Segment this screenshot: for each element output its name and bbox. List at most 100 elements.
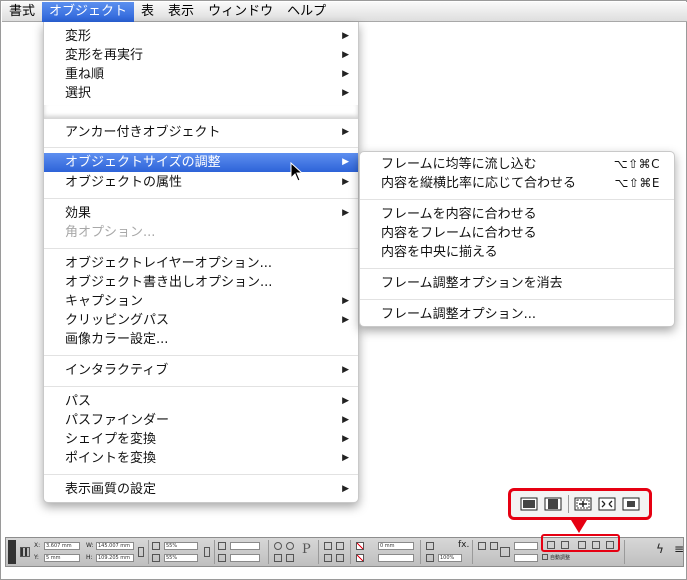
submenu-item-center-content[interactable]: 内容を中央に揃える xyxy=(360,243,674,262)
menu-window[interactable]: ウィンドウ xyxy=(201,2,280,22)
menu-format[interactable]: 書式 xyxy=(2,2,42,22)
x-field[interactable]: 3.607 mm xyxy=(44,542,80,550)
menu-item-anchored-object[interactable]: アンカー付きオブジェクト ▶ xyxy=(44,123,358,142)
panel-grip-handle[interactable] xyxy=(8,540,16,564)
lightning-icon[interactable]: ϟ xyxy=(656,543,664,555)
fitting-buttons-callout xyxy=(508,488,652,520)
submenu-arrow-icon: ▶ xyxy=(342,453,349,463)
menu-item-arrange[interactable]: 重ね順 ▶ xyxy=(44,65,358,84)
menu-item-convert-shape[interactable]: シェイプを変換 ▶ xyxy=(44,430,358,449)
menu-item-transform-again[interactable]: 変形を再実行 ▶ xyxy=(44,46,358,65)
menu-item-clipping-path[interactable]: クリッピングパス ▶ xyxy=(44,311,358,330)
constrain-proportions-icon[interactable] xyxy=(138,547,144,557)
menu-item-transform[interactable]: 変形 ▶ xyxy=(44,27,358,46)
flip-horizontal-icon[interactable] xyxy=(274,554,282,562)
object-menu: 変形 ▶ 変形を再実行 ▶ 重ね順 ▶ 選択 ▶ アンカー付きオブジェクト ▶ オブジェク… xyxy=(43,22,359,503)
menu-item-pathfinder[interactable]: パスファインダー ▶ xyxy=(44,411,358,430)
auto-fit-checkbox[interactable] xyxy=(542,554,548,560)
opacity-field[interactable]: 100% xyxy=(438,554,462,562)
flip-vertical-icon[interactable] xyxy=(286,554,294,562)
menu-item-label: オブジェクトの属性 xyxy=(65,175,183,190)
menu-item-image-color-settings[interactable]: 画像カラー設定... xyxy=(44,330,358,349)
text-wrap-icon[interactable] xyxy=(478,542,486,550)
center-content-button[interactable] xyxy=(622,496,640,512)
fitting-submenu: フレームに均等に流し込む ⌥⇧⌘C 内容を縦横比率に応じて合わせる ⌥⇧⌘E フレー… xyxy=(359,151,675,327)
fit-frame-to-content-button[interactable] xyxy=(574,496,592,512)
menu-item-label: 画像カラー設定... xyxy=(65,332,169,347)
menu-item-effects[interactable]: 効果 ▶ xyxy=(44,204,358,223)
menu-object[interactable]: オブジェクト xyxy=(42,1,135,22)
menu-item-paths[interactable]: パス ▶ xyxy=(44,392,358,411)
rotate-ccw-icon[interactable] xyxy=(286,542,294,550)
menu-item-label: パス xyxy=(65,394,92,409)
rotate-cw-icon[interactable] xyxy=(274,542,282,550)
submenu-item-fit-content-to-frame[interactable]: 内容をフレームに合わせる xyxy=(360,224,674,243)
stroke-type-field[interactable] xyxy=(378,554,414,562)
h-field[interactable]: 109.205 mm xyxy=(96,554,134,562)
menu-item-label: ポイントを変換 xyxy=(65,451,157,466)
toolbar-divider xyxy=(214,540,215,564)
rotation-field[interactable] xyxy=(230,542,260,550)
submenu-item-fill-frame-proportionally[interactable]: フレームに均等に流し込む ⌥⇧⌘C xyxy=(360,155,674,174)
menu-item-fitting[interactable]: オブジェクトサイズの調整 ▶ xyxy=(44,153,358,172)
select-container-icon[interactable] xyxy=(324,542,332,550)
menu-help[interactable]: ヘルプ xyxy=(280,2,333,22)
stroke-style-field[interactable] xyxy=(514,542,538,550)
shear-icon xyxy=(218,554,226,562)
constrain-scale-icon[interactable] xyxy=(204,547,210,557)
submenu-item-clear-frame-fitting[interactable]: フレーム調整オプションを消去 xyxy=(360,274,674,293)
menu-item-object-attributes[interactable]: オブジェクトの属性 ▶ xyxy=(44,173,358,192)
menu-item-corner-options: 角オプション... xyxy=(44,223,358,242)
menu-gap xyxy=(44,105,358,119)
menu-item-interactive[interactable]: インタラクティブ ▶ xyxy=(44,361,358,380)
center-content-icon xyxy=(622,497,640,511)
frame-fitting-icon[interactable] xyxy=(500,547,510,557)
menu-table[interactable]: 表 xyxy=(134,2,161,22)
fill-frame-proportionally-button[interactable] xyxy=(520,496,538,512)
stroke-weight-field[interactable]: 0 mm xyxy=(378,542,414,550)
menu-view[interactable]: 表示 xyxy=(161,2,201,22)
fit-content-proportionally-button[interactable] xyxy=(544,496,562,512)
submenu-arrow-icon: ▶ xyxy=(342,315,349,325)
w-field[interactable]: 145.007 mm xyxy=(96,542,134,550)
submenu-item-fit-content-proportionally[interactable]: 内容を縦横比率に応じて合わせる ⌥⇧⌘E xyxy=(360,174,674,193)
submenu-arrow-icon: ▶ xyxy=(342,208,349,218)
reference-point-icon[interactable] xyxy=(20,547,30,557)
select-previous-icon[interactable] xyxy=(324,554,332,562)
menu-separator xyxy=(44,474,358,475)
corner-field[interactable] xyxy=(514,554,538,562)
drop-shadow-icon[interactable] xyxy=(426,542,434,550)
menu-item-select[interactable]: 選択 ▶ xyxy=(44,84,358,103)
scale-x-field[interactable]: 55% xyxy=(164,542,198,550)
submenu-arrow-icon: ▶ xyxy=(342,415,349,425)
rotation-icon xyxy=(218,542,226,550)
menu-separator xyxy=(360,268,674,269)
menu-item-display-performance[interactable]: 表示画質の設定 ▶ xyxy=(44,480,358,499)
menu-item-convert-point[interactable]: ポイントを変換 ▶ xyxy=(44,449,358,468)
menu-item-object-export-options[interactable]: オブジェクト書き出しオプション... xyxy=(44,273,358,292)
window: 書式 オブジェクト 表 表示 ウィンドウ ヘルプ 変形 ▶ 変形を再実行 ▶ 重ね順… xyxy=(0,0,687,580)
submenu-item-label: フレームに均等に流し込む xyxy=(381,157,537,172)
menu-item-object-layer-options[interactable]: オブジェクトレイヤーオプション... xyxy=(44,254,358,273)
select-content-icon[interactable] xyxy=(336,542,344,550)
fill-none-icon[interactable] xyxy=(356,542,364,550)
auto-fit-label: 自動調整 xyxy=(550,555,571,561)
toolbar-divider xyxy=(567,495,569,513)
submenu-item-frame-fitting-options[interactable]: フレーム調整オプション... xyxy=(360,305,674,324)
scale-y-field[interactable]: 55% xyxy=(164,554,198,562)
submenu-item-label: フレームを内容に合わせる xyxy=(381,207,537,222)
select-next-icon[interactable] xyxy=(336,554,344,562)
text-wrap-bbox-icon[interactable] xyxy=(490,542,498,550)
menu-item-label: オブジェクトレイヤーオプション... xyxy=(65,256,273,271)
menu-item-captions[interactable]: キャプション ▶ xyxy=(44,292,358,311)
submenu-arrow-icon: ▶ xyxy=(342,69,349,79)
submenu-item-fit-frame-to-content[interactable]: フレームを内容に合わせる xyxy=(360,205,674,224)
fit-content-to-frame-button[interactable] xyxy=(598,496,616,512)
panel-menu-icon[interactable]: ≡ xyxy=(674,543,684,555)
effects-icon[interactable]: fx. xyxy=(458,541,469,550)
submenu-arrow-icon: ▶ xyxy=(342,434,349,444)
menu-item-label: 表示画質の設定 xyxy=(65,482,157,497)
shear-field[interactable] xyxy=(230,554,260,562)
stroke-none-icon[interactable] xyxy=(356,554,364,562)
y-field[interactable]: 5 mm xyxy=(44,554,80,562)
